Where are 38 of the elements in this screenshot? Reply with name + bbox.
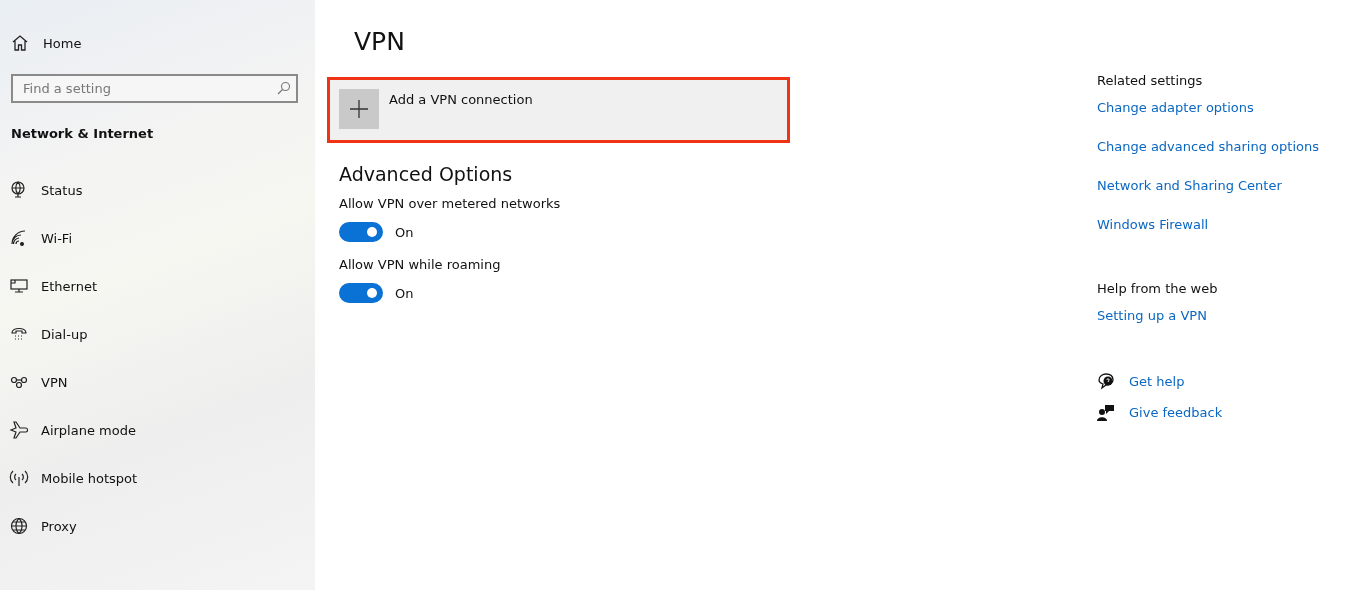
- section-title: Network & Internet: [11, 126, 155, 141]
- home-link[interactable]: Home: [0, 32, 315, 54]
- option-label: Allow VPN while roaming: [339, 256, 502, 274]
- help-bubble-icon: [1097, 373, 1115, 391]
- search-field[interactable]: Find a setting: [11, 74, 298, 103]
- settings-link[interactable]: Change adapter options: [1097, 99, 1254, 117]
- section-heading: Related settings: [1097, 72, 1203, 90]
- add-vpn-button[interactable]: Add a VPN connection: [327, 77, 790, 143]
- settings-link[interactable]: Network and Sharing Center: [1097, 177, 1282, 195]
- sidebar-item[interactable]: Airplane mode: [0, 419, 315, 441]
- monitor-icon: [9, 276, 29, 296]
- sidebar-item[interactable]: Proxy: [0, 515, 315, 537]
- section-heading: Advanced Options: [339, 162, 514, 187]
- toggle-state: On: [395, 224, 414, 240]
- toggle-switch[interactable]: [339, 283, 383, 303]
- hotspot-icon: [9, 468, 29, 488]
- toggle-switch[interactable]: [339, 222, 383, 242]
- toggle-state: On: [395, 285, 414, 301]
- support-link[interactable]: Get help: [1129, 373, 1185, 391]
- sidebar-item[interactable]: Wi-Fi: [0, 227, 315, 249]
- option-label: Allow VPN over metered networks: [339, 195, 562, 213]
- home-icon: [10, 33, 30, 53]
- airplane-icon: [9, 420, 29, 440]
- person-speech-icon: [1097, 404, 1115, 422]
- help-link[interactable]: Setting up a VPN: [1097, 307, 1207, 325]
- sidebar-item[interactable]: Dial-up: [0, 323, 315, 345]
- page-title: VPN: [354, 26, 406, 58]
- sidebar-item[interactable]: Status: [0, 179, 315, 201]
- section-heading: Help from the web: [1097, 280, 1218, 298]
- settings-link[interactable]: Windows Firewall: [1097, 216, 1209, 234]
- sidebar-item[interactable]: Mobile hotspot: [0, 467, 315, 489]
- search-icon: [277, 81, 291, 95]
- sidebar-item[interactable]: Ethernet: [0, 275, 315, 297]
- plus-icon: [339, 89, 379, 129]
- globe-icon: [9, 516, 29, 536]
- settings-link[interactable]: Change advanced sharing options: [1097, 138, 1319, 156]
- sidebar-item[interactable]: VPN: [0, 371, 315, 393]
- support-link[interactable]: Give feedback: [1129, 404, 1223, 422]
